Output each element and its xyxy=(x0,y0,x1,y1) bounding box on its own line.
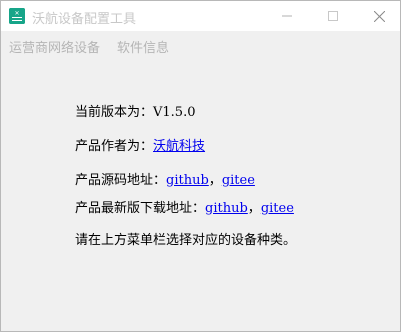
author-link[interactable]: 沃航科技 xyxy=(153,139,205,154)
download-row: 产品最新版下载地址：github，gitee xyxy=(75,197,294,216)
version-value: V1.5.0 xyxy=(153,105,196,120)
close-button[interactable] xyxy=(356,1,401,31)
main-content: 当前版本为：V1.5.0 产品作者为：沃航科技 产品源码地址：github，gi… xyxy=(1,59,400,331)
menu-carrier-network-devices[interactable]: 运营商网络设备 xyxy=(9,37,100,56)
version-row: 当前版本为：V1.5.0 xyxy=(75,101,195,120)
app-logo-icon: ✕ xyxy=(9,8,25,24)
maximize-button[interactable] xyxy=(310,1,356,31)
source-github-link[interactable]: github xyxy=(166,173,209,188)
download-gitee-link[interactable]: gitee xyxy=(261,201,294,216)
author-label: 产品作者为： xyxy=(75,139,154,154)
download-github-link[interactable]: github xyxy=(205,201,248,216)
download-label: 产品最新版下载地址： xyxy=(75,201,206,216)
minimize-icon xyxy=(282,15,292,17)
hint-text: 请在上方菜单栏选择对应的设备种类。 xyxy=(75,233,297,248)
source-separator: ， xyxy=(208,173,222,188)
source-row: 产品源码地址：github，gitee xyxy=(75,169,255,188)
maximize-icon xyxy=(328,11,338,21)
minimize-button[interactable] xyxy=(264,1,310,31)
download-separator: ， xyxy=(247,201,261,216)
window-title: 沃航设备配置工具 xyxy=(32,12,137,27)
source-gitee-link[interactable]: gitee xyxy=(222,173,255,188)
author-row: 产品作者为：沃航科技 xyxy=(75,135,205,154)
menu-bar: 运营商网络设备 软件信息 xyxy=(1,31,400,59)
app-window: ✕ 沃航设备配置工具 运营商网络设备 软件信息 当前版本为：V1.5.0 产品作… xyxy=(0,0,401,332)
svg-text:✕: ✕ xyxy=(14,10,19,17)
title-bar[interactable]: ✕ 沃航设备配置工具 xyxy=(1,1,400,31)
version-label: 当前版本为： xyxy=(75,105,154,120)
close-icon xyxy=(373,10,385,22)
source-label: 产品源码地址： xyxy=(75,173,167,188)
menu-software-info[interactable]: 软件信息 xyxy=(117,37,169,56)
